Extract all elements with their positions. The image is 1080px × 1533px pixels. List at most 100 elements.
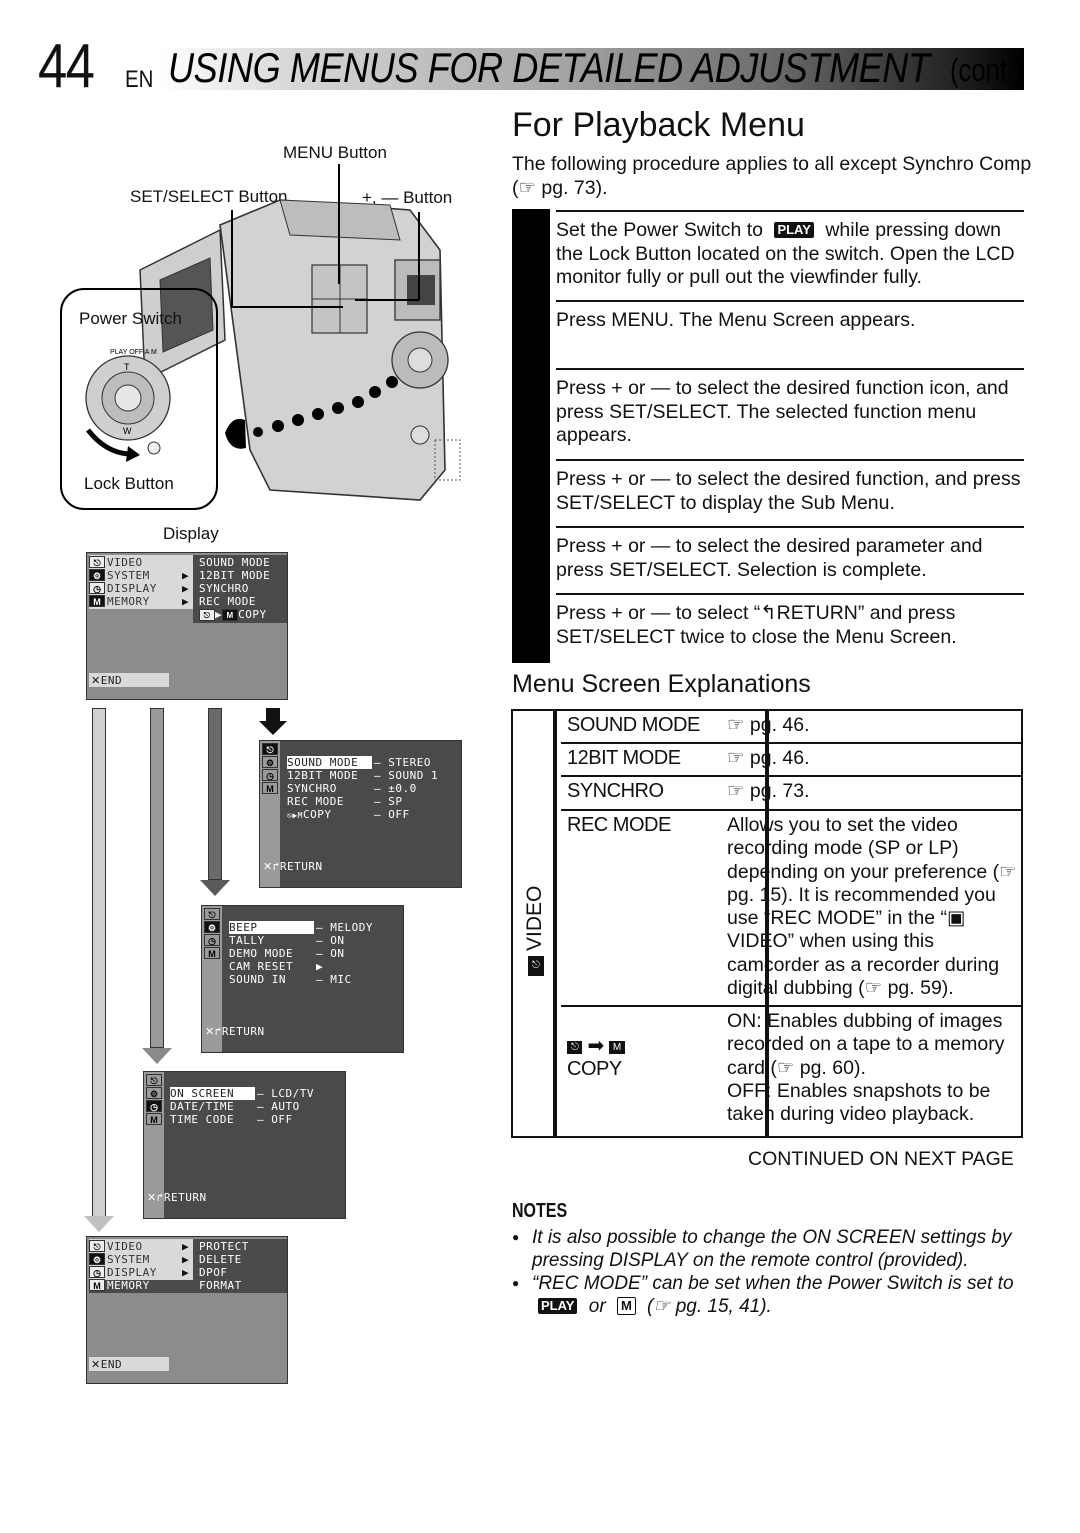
setting-value: OFF [388, 808, 410, 821]
submenu-delete: DELETE [199, 1253, 242, 1266]
menu-button-pointer [338, 164, 340, 284]
setting-value: MELODY [330, 921, 373, 934]
video-icon: ⎋ [204, 908, 220, 920]
setting-value: STEREO [388, 756, 431, 769]
arrow-to-system [208, 708, 222, 880]
menu-item-video[interactable]: VIDEO [107, 1240, 143, 1253]
display-icon: ◷ [262, 769, 278, 781]
table-row: SOUND MODE ☞ pg. 46. [561, 711, 1021, 744]
row-desc: ☞ pg. 46. [727, 747, 810, 769]
memory-icon: M [146, 1113, 162, 1125]
arrow-to-video [266, 708, 280, 722]
end-label[interactable]: END [101, 674, 122, 687]
submenu-sound-mode: SOUND MODE [199, 556, 271, 569]
setting-value: SOUND 1 [388, 769, 439, 782]
menu-item-memory[interactable]: MEMORY [107, 1279, 150, 1292]
video-icon: ⎋ [262, 743, 278, 755]
setting-value: AUTO [271, 1100, 300, 1113]
submenu-arrow-icon: ▶ [182, 569, 190, 582]
setting-time-code[interactable]: TIME CODE [170, 1113, 234, 1126]
submenu-rec-mode: REC MODE [199, 595, 256, 608]
table-row: 12BIT MODE ☞ pg. 46. [561, 744, 1021, 777]
return-label[interactable]: RETURN [222, 1025, 265, 1038]
setting-beep[interactable]: BEEP [229, 921, 314, 934]
menu-item-system[interactable]: SYSTEM [107, 569, 150, 582]
menu-item-display[interactable]: DISPLAY [107, 1266, 157, 1279]
table-row: SYNCHRO ☞ pg. 73. [561, 777, 1021, 811]
group-column: ⎋ VIDEO [513, 711, 557, 1136]
system-icon: ⚙ [204, 921, 220, 933]
setting-synchro[interactable]: SYNCHRO [287, 782, 337, 795]
table-row: ⎋ ➡ M COPY ON: Enables dubbing of images … [561, 1007, 1021, 1136]
set-select-pointer [231, 210, 233, 307]
lcd-memory-menu: ⎋ ⚙ ◷ M VIDEO SYSTEM DISPLAY MEMORY ▶ ▶ … [86, 1236, 288, 1384]
setting-on-screen[interactable]: ON SCREEN [170, 1087, 255, 1100]
plus-minus-pointer [418, 212, 420, 300]
row-name: 12BIT MODE [567, 747, 681, 769]
display-icon: ◷ [89, 1266, 105, 1278]
step-1: Set the Power Switch to PLAY while press… [556, 210, 1024, 300]
step-5: Press + or — to select the desired param… [556, 526, 1024, 593]
return-icon: ↱ [214, 1025, 222, 1038]
memory-icon: M [89, 595, 105, 607]
row-name: SOUND MODE [567, 714, 700, 736]
page-number: 44 [38, 32, 95, 101]
system-icon: ⚙ [89, 569, 105, 581]
setting-rec-mode[interactable]: REC MODE [287, 795, 344, 808]
setting-value: ON [330, 934, 345, 947]
video-icon: ⎋ [89, 556, 105, 568]
setting-copy: ⎋▶MCOPY [287, 808, 332, 821]
menu-item-display[interactable]: DISPLAY [107, 582, 157, 595]
row-name: SYNCHRO [567, 780, 664, 802]
close-x-icon: ✕ [205, 1025, 215, 1038]
page-title: USING MENUS FOR DETAILED ADJUSTMENT [168, 44, 930, 91]
display-label: Display [163, 524, 219, 543]
menu-item-video[interactable]: VIDEO [107, 556, 143, 569]
close-x-icon: ✕ [263, 860, 273, 873]
step-2: Press MENU. The Menu Screen appears. [556, 300, 1024, 368]
close-x-icon: ✕ [147, 1191, 157, 1204]
setting-12bit-mode[interactable]: 12BIT MODE [287, 769, 358, 782]
arrow-to-memory [92, 708, 106, 1218]
setting-date-time[interactable]: DATE/TIME [170, 1100, 234, 1113]
memory-icon: M [204, 947, 220, 959]
arrow-head-down-icon [84, 1216, 114, 1232]
setting-value: LCD/TV [271, 1087, 314, 1100]
row-desc: Allows you to set the video recording mo… [727, 814, 1017, 1000]
submenu-arrow-icon: ▶ [316, 960, 324, 973]
notes-title: NOTES [512, 1200, 568, 1222]
lcd-main-menu: ⎋ ⚙ ◷ M VIDEO SYSTEM DISPLAY MEMORY ▶ ▶ … [86, 552, 288, 700]
menu-item-system[interactable]: SYSTEM [107, 1253, 150, 1266]
setting-sound-mode[interactable]: SOUND MODE [287, 756, 372, 769]
setting-sound-in[interactable]: SOUND IN [229, 973, 286, 986]
play-badge-icon: PLAY [774, 222, 814, 238]
intro-text: The following procedure applies to all e… [512, 153, 1032, 199]
group-label: VIDEO [523, 885, 546, 951]
table-row: REC MODE Allows you to set the video rec… [561, 811, 1021, 1007]
setting-tally[interactable]: TALLY [229, 934, 265, 947]
return-label[interactable]: RETURN [280, 860, 323, 873]
step-number-bar [512, 209, 550, 663]
note-item: It is also possible to change the ON SCR… [512, 1226, 1042, 1272]
plus-minus-pointer-h [355, 299, 419, 301]
menu-item-memory[interactable]: MEMORY [107, 595, 150, 608]
return-icon: ↱ [156, 1191, 164, 1204]
close-x-icon: ✕ [91, 674, 101, 687]
continued-notice: CONTINUED ON NEXT PAGE [748, 1148, 1014, 1170]
return-label[interactable]: RETURN [164, 1191, 207, 1204]
setting-demo-mode[interactable]: DEMO MODE [229, 947, 293, 960]
setting-cam-reset[interactable]: CAM RESET [229, 960, 293, 973]
close-x-icon: ✕ [91, 1358, 101, 1371]
lcd-video-submenu: ⎋ ⚙ ◷ M SOUND MODE — STEREO 12BIT MODE —… [259, 740, 462, 888]
submenu-protect: PROTECT [199, 1240, 249, 1253]
display-icon: ◷ [146, 1100, 162, 1112]
lock-button-label: Lock Button [84, 474, 174, 493]
end-label[interactable]: END [101, 1358, 122, 1371]
submenu-format: FORMAT [199, 1279, 242, 1292]
note-item: “REC MODE” can be set when the Power Swi… [512, 1272, 1042, 1318]
submenu-synchro: SYNCHRO [199, 582, 249, 595]
explanations-title: Menu Screen Explanations [512, 670, 811, 698]
arrow-right-icon: ➡ [587, 1035, 604, 1057]
submenu-arrow-icon: ▶ [182, 1240, 190, 1253]
memory-mode-icon: M [616, 1297, 636, 1315]
